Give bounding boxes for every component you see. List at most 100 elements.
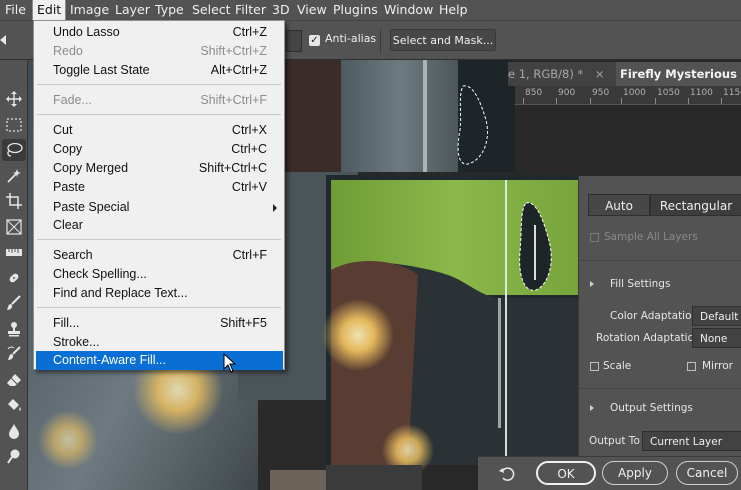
blur-tool-icon[interactable]: [2, 420, 26, 442]
panel-footer: OK Apply Cancel: [478, 456, 741, 490]
menu-item-fade[interactable]: Fade... Shift+Ctrl+F: [36, 91, 283, 110]
chevron-right-icon[interactable]: [590, 405, 594, 411]
chevron-right-icon[interactable]: [590, 281, 594, 287]
menu-item-undo-lasso[interactable]: Undo Lasso Ctrl+Z: [36, 23, 283, 42]
eraser-tool-icon[interactable]: [2, 369, 26, 391]
menu-item-shortcut: Ctrl+V: [231, 180, 267, 194]
ruler-tick-label: 1050: [657, 88, 680, 98]
menu-help[interactable]: Help: [439, 0, 468, 20]
menu-item-label: Find and Replace Text...: [53, 286, 188, 300]
lasso-tool-icon[interactable]: [2, 139, 26, 161]
menu-item-clear[interactable]: Clear: [36, 216, 283, 235]
menu-item-paste[interactable]: Paste Ctrl+V: [36, 178, 283, 197]
ruler-mark: [590, 98, 591, 104]
menu-separator: [37, 307, 281, 308]
close-icon[interactable]: ×: [595, 67, 605, 81]
tab-document-1[interactable]: e 1, RGB/8) * ×: [508, 62, 605, 86]
mirror-label: Mirror: [702, 360, 733, 372]
anti-alias-checkbox[interactable]: ✓: [309, 35, 320, 46]
menu-item-content-aware-fill[interactable]: Content-Aware Fill...: [36, 351, 283, 370]
menu-item-label: Check Spelling...: [53, 267, 147, 281]
rectangular-button[interactable]: Rectangular: [650, 194, 741, 216]
menu-item-copy-merged[interactable]: Copy Merged Shift+Ctrl+C: [36, 159, 283, 178]
marquee-tool-icon[interactable]: [2, 114, 26, 136]
menu-item-search[interactable]: Search Ctrl+F: [36, 246, 283, 265]
clone-stamp-icon[interactable]: [2, 318, 26, 340]
brush-tool-icon[interactable]: [2, 292, 26, 314]
menu-plugins[interactable]: Plugins: [333, 0, 378, 20]
menu-file[interactable]: File: [5, 0, 26, 20]
edit-menu-dropdown: Undo Lasso Ctrl+Z Redo Shift+Ctrl+Z Togg…: [33, 20, 285, 370]
color-adaptation-select[interactable]: Default: [692, 306, 741, 326]
sample-all-layers-checkbox[interactable]: [590, 233, 599, 242]
dodge-tool-icon[interactable]: [2, 445, 26, 467]
apply-button[interactable]: Apply: [602, 461, 668, 485]
menu-item-find-replace-text[interactable]: Find and Replace Text...: [36, 284, 283, 303]
ruler-mark: [655, 98, 656, 104]
ruler-tool-icon[interactable]: [2, 241, 26, 263]
menu-item-label: Paste Special: [53, 200, 130, 214]
reset-icon[interactable]: [498, 465, 516, 486]
ruler-mark: [621, 98, 622, 104]
tab-label: Firefly Mysterious cat r: [620, 67, 741, 81]
menu-item-toggle-last-state[interactable]: Toggle Last State Alt+Ctrl+Z: [36, 61, 283, 80]
mirror-checkbox[interactable]: [687, 362, 696, 371]
menu-item-redo[interactable]: Redo Shift+Ctrl+Z: [36, 42, 283, 61]
chevron-right-icon: [273, 204, 277, 212]
menu-edit[interactable]: Edit: [31, 0, 67, 21]
tab-firefly-document[interactable]: Firefly Mysterious cat r: [616, 62, 741, 86]
menu-item-shortcut: Ctrl+X: [231, 123, 267, 137]
cancel-button[interactable]: Cancel: [676, 461, 738, 485]
sample-all-layers-label: Sample All Layers: [604, 231, 698, 243]
move-tool-icon[interactable]: [2, 88, 26, 110]
menu-3d[interactable]: 3D: [272, 0, 290, 20]
menu-select[interactable]: Select: [192, 0, 231, 20]
auto-button[interactable]: Auto: [588, 194, 650, 216]
ruler-tick-label: 1100: [690, 88, 713, 98]
ruler-mark: [721, 98, 722, 104]
menu-image[interactable]: Image: [70, 0, 109, 20]
menu-item-paste-special[interactable]: Paste Special: [36, 198, 283, 217]
magic-wand-icon[interactable]: [2, 165, 26, 187]
scale-label: Scale: [603, 360, 632, 372]
rotation-adaptation-select[interactable]: None: [692, 328, 741, 348]
menu-item-stroke[interactable]: Stroke...: [36, 333, 283, 352]
content-aware-fill-panel: Auto Rectangular Sample All Layers Fill …: [578, 176, 741, 456]
menu-item-shortcut: Shift+Ctrl+C: [198, 161, 267, 175]
menu-view[interactable]: View: [297, 0, 327, 20]
paint-bucket-icon[interactable]: [2, 394, 26, 416]
menu-filter[interactable]: Filter: [235, 0, 266, 20]
output-settings-header[interactable]: Output Settings: [610, 402, 693, 414]
tools-panel: [0, 60, 28, 490]
crop-tool-icon[interactable]: [2, 190, 26, 212]
menu-window[interactable]: Window: [384, 0, 433, 20]
menu-item-shortcut: Shift+Ctrl+F: [200, 93, 267, 107]
menu-type[interactable]: Type: [155, 0, 184, 20]
mouse-cursor-icon: [223, 352, 237, 376]
ruler-mark: [523, 98, 524, 104]
home-icon[interactable]: [0, 34, 8, 46]
history-brush-icon[interactable]: [2, 343, 26, 365]
menu-item-cut[interactable]: Cut Ctrl+X: [36, 121, 283, 140]
fill-settings-header[interactable]: Fill Settings: [610, 278, 670, 290]
menu-item-copy[interactable]: Copy Ctrl+C: [36, 140, 283, 159]
menu-item-label: Stroke...: [53, 335, 100, 349]
menu-bar: File Edit Image Layer Type Select Filter…: [0, 0, 741, 21]
feather-field[interactable]: [286, 30, 302, 52]
menu-separator: [37, 114, 281, 115]
divider: [579, 260, 741, 261]
ruler-mark: [556, 98, 557, 104]
menu-item-fill[interactable]: Fill... Shift+F5: [36, 314, 283, 333]
menu-item-label: Cut: [53, 123, 73, 137]
ok-button[interactable]: OK: [536, 461, 596, 485]
frame-tool-icon[interactable]: [2, 216, 26, 238]
healing-brush-icon[interactable]: [2, 267, 26, 289]
select-and-mask-button[interactable]: Select and Mask...: [390, 29, 496, 51]
ruler-mark: [688, 98, 689, 104]
scale-checkbox[interactable]: [590, 362, 599, 371]
menu-layer[interactable]: Layer: [115, 0, 150, 20]
menu-item-label: Undo Lasso: [53, 25, 120, 39]
output-to-select[interactable]: Current Layer: [642, 431, 741, 451]
menu-item-label: Toggle Last State: [53, 63, 150, 77]
menu-item-check-spelling[interactable]: Check Spelling...: [36, 265, 283, 284]
